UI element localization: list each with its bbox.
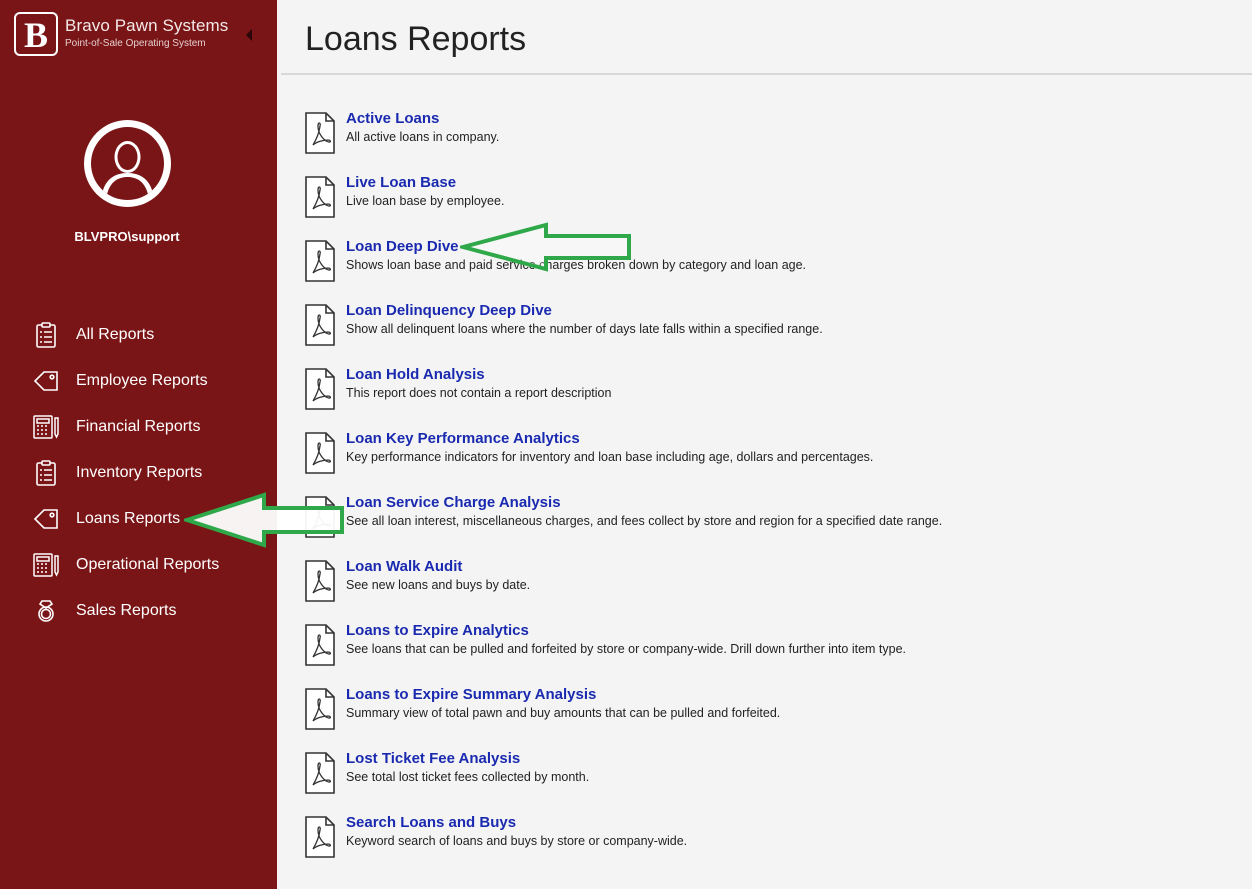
- report-link-loan-delinquency-deep-dive[interactable]: Loan Delinquency Deep Dive: [346, 302, 823, 319]
- report-text: Live Loan Base Live loan base by employe…: [346, 174, 504, 208]
- tag-icon: [32, 505, 60, 533]
- report-item: Live Loan Base Live loan base by employe…: [304, 172, 1234, 236]
- pdf-file-icon[interactable]: [304, 368, 336, 410]
- report-item: Loan Service Charge Analysis See all loa…: [304, 492, 1234, 556]
- main-content: Loans Reports Active Loans All active lo…: [277, 0, 1252, 889]
- report-item: Loan Walk Audit See new loans and buys b…: [304, 556, 1234, 620]
- pdf-file-icon[interactable]: [304, 304, 336, 346]
- report-text: Active Loans All active loans in company…: [346, 110, 499, 144]
- user-silhouette-icon: [91, 127, 164, 200]
- report-description: Keyword search of loans and buys by stor…: [346, 834, 688, 848]
- tag-icon: [32, 367, 60, 395]
- report-item: Lost Ticket Fee Analysis See total lost …: [304, 748, 1234, 812]
- sidebar-item-all-reports[interactable]: All Reports: [0, 312, 277, 358]
- sidebar-item-operational-reports[interactable]: Operational Reports: [0, 542, 277, 588]
- pdf-file-icon[interactable]: [304, 752, 336, 794]
- brand-name: Bravo Pawn Systems: [65, 16, 229, 35]
- pdf-file-icon[interactable]: [304, 496, 336, 538]
- report-text: Search Loans and Buys Keyword search of …: [346, 814, 687, 848]
- report-link-lost-ticket-fee-analysis[interactable]: Lost Ticket Fee Analysis: [346, 750, 589, 767]
- clipboard-list-icon: [32, 459, 60, 487]
- report-description: See all loan interest, miscellaneous cha…: [346, 514, 943, 528]
- report-text: Loan Walk Audit See new loans and buys b…: [346, 558, 530, 592]
- report-link-loans-to-expire-summary-analysis[interactable]: Loans to Expire Summary Analysis: [346, 686, 780, 703]
- sidebar-item-label: Inventory Reports: [76, 464, 203, 481]
- brand[interactable]: B Bravo Pawn Systems Point-of-Sale Opera…: [14, 12, 228, 60]
- pdf-file-icon[interactable]: [304, 688, 336, 730]
- report-text: Loans to Expire Analytics See loans that…: [346, 622, 906, 656]
- pdf-file-icon[interactable]: [304, 240, 336, 282]
- report-item: Loan Key Performance Analytics Key perfo…: [304, 428, 1234, 492]
- pdf-file-icon[interactable]: [304, 112, 336, 154]
- report-description: Summary view of total pawn and buy amoun…: [346, 706, 781, 720]
- ring-icon: [32, 597, 60, 625]
- calculator-icon: [32, 413, 60, 441]
- report-item: Loans to Expire Summary Analysis Summary…: [304, 684, 1234, 748]
- sidebar-item-label: Loans Reports: [76, 510, 181, 527]
- report-link-loan-hold-analysis[interactable]: Loan Hold Analysis: [346, 366, 611, 383]
- report-text: Loan Hold Analysis This report does not …: [346, 366, 611, 400]
- report-description: Shows loan base and paid service charges…: [346, 258, 807, 272]
- sidebar-item-label: Operational Reports: [76, 556, 220, 573]
- report-item: Active Loans All active loans in company…: [304, 108, 1234, 172]
- pdf-file-icon[interactable]: [304, 624, 336, 666]
- report-description: See loans that can be pulled and forfeit…: [346, 642, 907, 656]
- brand-text: Bravo Pawn Systems Point-of-Sale Operati…: [65, 16, 228, 49]
- report-description: Key performance indicators for inventory…: [346, 450, 874, 464]
- report-link-loan-key-performance-analytics[interactable]: Loan Key Performance Analytics: [346, 430, 873, 447]
- sidebar-item-inventory-reports[interactable]: Inventory Reports: [0, 450, 277, 496]
- report-text: Loan Deep Dive Shows loan base and paid …: [346, 238, 806, 272]
- report-link-loans-to-expire-analytics[interactable]: Loans to Expire Analytics: [346, 622, 906, 639]
- sidebar-item-label: Employee Reports: [76, 372, 208, 389]
- report-link-active-loans[interactable]: Active Loans: [346, 110, 499, 127]
- report-item: Loan Deep Dive Shows loan base and paid …: [304, 236, 1234, 300]
- report-text: Loan Delinquency Deep Dive Show all deli…: [346, 302, 823, 336]
- report-item: Loans to Expire Analytics See loans that…: [304, 620, 1234, 684]
- page-title: Loans Reports: [305, 20, 527, 58]
- report-item: Loan Hold Analysis This report does not …: [304, 364, 1234, 428]
- sidebar-nav: All Reports Employee Reports Financial R…: [0, 312, 277, 634]
- pdf-file-icon[interactable]: [304, 176, 336, 218]
- title-divider: [281, 73, 1252, 75]
- sidebar-item-label: Sales Reports: [76, 602, 177, 619]
- pdf-file-icon[interactable]: [304, 560, 336, 602]
- logo-letter: B: [23, 15, 48, 55]
- report-description: Live loan base by employee.: [346, 194, 505, 208]
- pdf-file-icon[interactable]: [304, 816, 336, 858]
- clipboard-list-icon: [32, 321, 60, 349]
- pdf-file-icon[interactable]: [304, 432, 336, 474]
- sidebar-item-sales-reports[interactable]: Sales Reports: [0, 588, 277, 634]
- sidebar-collapse-icon[interactable]: [246, 29, 252, 41]
- sidebar-item-label: All Reports: [76, 326, 155, 343]
- calculator-icon: [32, 551, 60, 579]
- username: BLVPRO\support: [74, 229, 180, 244]
- report-description: This report does not contain a report de…: [346, 386, 612, 400]
- report-link-live-loan-base[interactable]: Live Loan Base: [346, 174, 504, 191]
- report-text: Loan Key Performance Analytics Key perfo…: [346, 430, 873, 464]
- report-list: Active Loans All active loans in company…: [304, 108, 1234, 876]
- report-link-loan-service-charge-analysis[interactable]: Loan Service Charge Analysis: [346, 494, 942, 511]
- sidebar-item-financial-reports[interactable]: Financial Reports: [0, 404, 277, 450]
- avatar[interactable]: [84, 120, 171, 207]
- report-text: Lost Ticket Fee Analysis See total lost …: [346, 750, 589, 784]
- report-description: See new loans and buys by date.: [346, 578, 531, 592]
- report-link-search-loans-and-buys[interactable]: Search Loans and Buys: [346, 814, 687, 831]
- report-item: Loan Delinquency Deep Dive Show all deli…: [304, 300, 1234, 364]
- brand-logo: B: [14, 12, 58, 56]
- sidebar-item-label: Financial Reports: [76, 418, 201, 435]
- report-description: See total lost ticket fees collected by …: [346, 770, 590, 784]
- report-description: Show all delinquent loans where the numb…: [346, 322, 823, 336]
- sidebar-item-employee-reports[interactable]: Employee Reports: [0, 358, 277, 404]
- report-link-loan-deep-dive[interactable]: Loan Deep Dive: [346, 238, 806, 255]
- report-text: Loan Service Charge Analysis See all loa…: [346, 494, 942, 528]
- sidebar-item-loans-reports[interactable]: Loans Reports: [0, 496, 277, 542]
- report-item: Search Loans and Buys Keyword search of …: [304, 812, 1234, 876]
- report-link-loan-walk-audit[interactable]: Loan Walk Audit: [346, 558, 530, 575]
- brand-subtitle: Point-of-Sale Operating System: [65, 38, 206, 49]
- sidebar: B Bravo Pawn Systems Point-of-Sale Opera…: [0, 0, 277, 889]
- report-description: All active loans in company.: [346, 130, 500, 144]
- report-text: Loans to Expire Summary Analysis Summary…: [346, 686, 780, 720]
